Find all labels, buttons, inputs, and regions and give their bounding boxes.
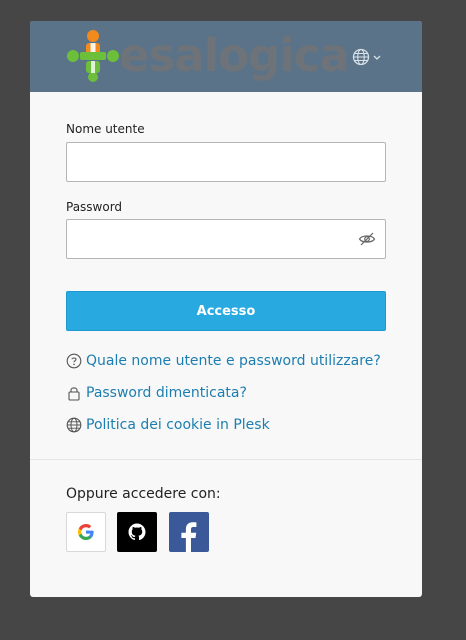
chevron-down-icon: [373, 55, 381, 60]
cookie-policy-link[interactable]: Politica dei cookie in Plesk: [86, 417, 270, 433]
divider: [30, 459, 422, 460]
google-icon: [78, 524, 94, 540]
facebook-icon: [181, 522, 197, 552]
login-card: esalogica Nome utente Password Accesso Q…: [30, 21, 422, 597]
lock-icon: [68, 387, 80, 401]
login-button[interactable]: Accesso: [66, 291, 386, 331]
password-label: Password: [66, 200, 123, 214]
header: esalogica: [30, 21, 422, 92]
credentials-help-link[interactable]: Quale nome utente e password utilizzare?: [86, 353, 381, 369]
username-input[interactable]: [66, 142, 386, 182]
google-login-button[interactable]: [66, 512, 106, 552]
username-label: Nome utente: [66, 122, 145, 136]
question-circle-icon: [66, 353, 82, 369]
cookie-link-row: Politica dei cookie in Plesk: [66, 416, 270, 434]
language-switcher[interactable]: [352, 47, 382, 67]
brand-logo: esalogica: [64, 27, 350, 85]
forgot-link-row: Password dimenticata?: [66, 384, 247, 402]
password-field[interactable]: [66, 219, 386, 259]
help-link-row: Quale nome utente e password utilizzare?: [66, 352, 381, 370]
github-login-button[interactable]: [117, 512, 157, 552]
brand-logo-mark: [67, 30, 119, 82]
github-icon: [128, 523, 146, 541]
globe-icon: [66, 417, 82, 433]
forgot-password-link[interactable]: Password dimenticata?: [86, 385, 247, 401]
brand-name: esalogica: [119, 29, 350, 82]
social-login-label: Oppure accedere con:: [66, 486, 221, 502]
globe-icon: [352, 48, 370, 66]
eye-off-icon[interactable]: [358, 231, 376, 247]
facebook-login-button[interactable]: [169, 512, 209, 552]
